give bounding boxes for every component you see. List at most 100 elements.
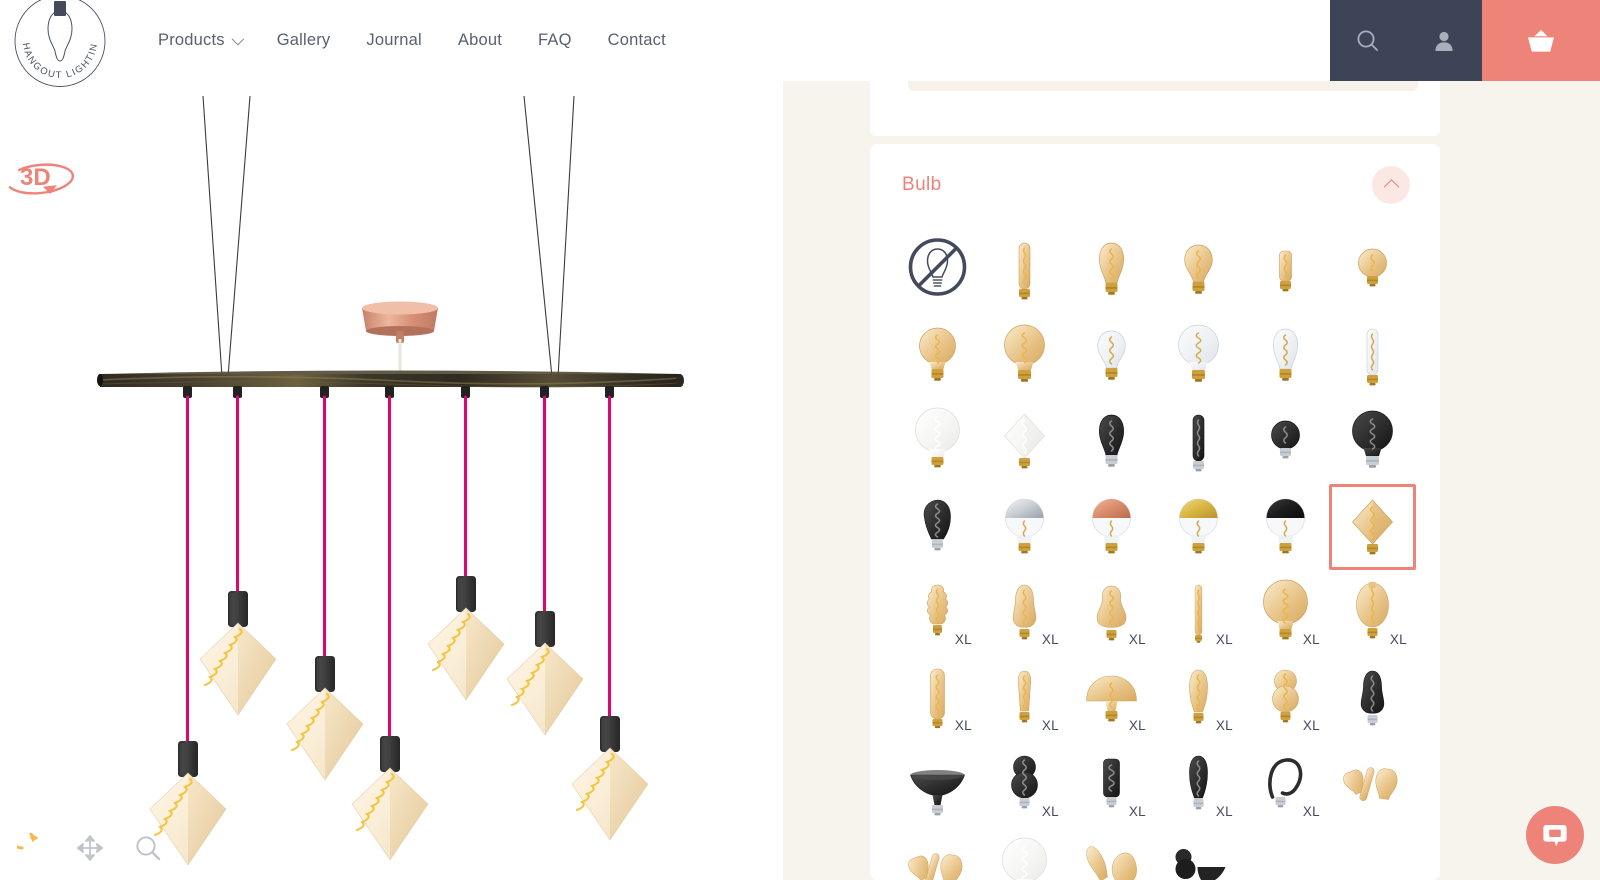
- bulb-swatch-small-tube-amber[interactable]: [1242, 226, 1329, 312]
- bulb-swatch-rect-tube-xl-smoke[interactable]: XL: [1068, 742, 1155, 828]
- xl-badge: XL: [1302, 804, 1320, 819]
- search-button[interactable]: [1337, 0, 1399, 81]
- bulb-swatch-curved-xl-smoke[interactable]: XL: [1242, 742, 1329, 828]
- xl-badge: XL: [1215, 632, 1233, 647]
- chat-bubble-icon: [1543, 825, 1567, 847]
- nav-item-contact[interactable]: Contact: [590, 21, 684, 60]
- bulb-swatch-st64-smoke[interactable]: [1068, 398, 1155, 484]
- bulb-swatch-grid: XL XL XL XL XL XL XL XL XL XL XL XL XL X…: [870, 226, 1440, 880]
- bulb-swatch-cone-xl-amber[interactable]: XL: [981, 656, 1068, 742]
- pan-button[interactable]: [72, 830, 108, 866]
- bulb-swatch-globe-mirror-silver[interactable]: [981, 484, 1068, 570]
- nav-item-label: FAQ: [538, 31, 572, 49]
- bulb-swatch-diamond-amber[interactable]: [1329, 484, 1416, 570]
- rotate-cw-icon: [17, 833, 39, 850]
- product-3d-viewer[interactable]: 3D: [0, 81, 783, 880]
- bulb-swatch-peanut-xl-amber[interactable]: XL: [1242, 656, 1329, 742]
- bulb-swatch-globe-mirror-gold[interactable]: [1155, 484, 1242, 570]
- nav-item-label: About: [457, 31, 503, 49]
- zoom-button[interactable]: [130, 830, 166, 866]
- xl-badge: XL: [954, 632, 972, 647]
- bulb-swatch-pinecone-xl-amber[interactable]: XL: [894, 570, 981, 656]
- bulb-swatch-bulb-set-xl-amber[interactable]: [1068, 828, 1155, 880]
- xl-badge: XL: [1302, 718, 1320, 733]
- bulb-swatch-g45-smoke[interactable]: [1242, 398, 1329, 484]
- bulb-swatch-no-bulb[interactable]: [894, 226, 981, 312]
- bulb-swatch-teardrop-xl-amber[interactable]: XL: [981, 570, 1068, 656]
- nav-item-products[interactable]: Products: [142, 21, 259, 60]
- bulb-swatch-g95-smoke[interactable]: [1329, 398, 1416, 484]
- bulb-swatch-tube-xl-amber[interactable]: XL: [894, 656, 981, 742]
- brand-logo-icon[interactable]: HANGOUT LIGHTING: [12, 0, 108, 89]
- chandelier-render: [97, 95, 684, 867]
- bulb-swatch-globe-g80-amber[interactable]: [894, 312, 981, 398]
- xl-badge: XL: [1041, 804, 1059, 819]
- bulb-swatch-bulb-set-amber-2[interactable]: [894, 828, 981, 880]
- nav-item-journal[interactable]: Journal: [348, 21, 440, 60]
- move-arrows-icon: [77, 835, 103, 861]
- xl-badge: XL: [1041, 632, 1059, 647]
- main-nav: Products Gallery Journal About FAQ Conta…: [120, 0, 1330, 81]
- bulb-swatch-globe-g95-amber[interactable]: [981, 312, 1068, 398]
- nav-item-about[interactable]: About: [440, 21, 520, 60]
- xl-badge: XL: [1389, 632, 1407, 647]
- chat-widget-button[interactable]: [1526, 806, 1584, 864]
- bulb-swatch-standard-a60-amber[interactable]: [1155, 226, 1242, 312]
- nav-item-label: Journal: [366, 31, 422, 49]
- xl-badge: XL: [1128, 804, 1146, 819]
- xl-badge: XL: [1215, 804, 1233, 819]
- bulb-swatch-globe-mirror-copper[interactable]: [1068, 484, 1155, 570]
- xl-badge: XL: [1128, 718, 1146, 733]
- configurator-column: Bulb XL XL XL XL XL XL XL XL XL XL XL XL…: [783, 81, 1600, 880]
- previous-section-field: [908, 81, 1418, 91]
- xl-badge: XL: [1302, 632, 1320, 647]
- bulb-swatch-pear-xl-amber[interactable]: XL: [1068, 570, 1155, 656]
- page-title: Bulb: [902, 174, 942, 195]
- bulb-section-header: Bulb: [870, 144, 1440, 226]
- bulb-swatch-mushroom-xl-amber[interactable]: XL: [1068, 656, 1155, 742]
- search-icon: [1357, 30, 1378, 51]
- bulb-swatch-bulb-set-smoke[interactable]: [1155, 828, 1242, 880]
- site-header: HANGOUT LIGHTING Products Gallery Journa…: [0, 0, 1600, 87]
- bulb-swatch-globe-g95-clear[interactable]: [1155, 312, 1242, 398]
- bulb-swatch-diamond-opal[interactable]: [981, 398, 1068, 484]
- bulb-swatch-peanut-xl-smoke[interactable]: XL: [981, 742, 1068, 828]
- nav-item-faq[interactable]: FAQ: [520, 21, 590, 60]
- nav-item-label: Contact: [607, 31, 666, 49]
- chevron-down-icon: [231, 32, 244, 46]
- bulb-swatch-globe-g125-opal[interactable]: [894, 398, 981, 484]
- bulb-swatch-globe-small-amber[interactable]: [1329, 226, 1416, 312]
- bulb-swatch-globe-opal-large[interactable]: [981, 828, 1068, 880]
- nav-item-gallery[interactable]: Gallery: [259, 21, 349, 60]
- bulb-swatch-tube-smoke[interactable]: [1155, 398, 1242, 484]
- bulb-swatch-bulb-set-amber[interactable]: [1329, 742, 1416, 828]
- collapse-bulb-section-button[interactable]: [1372, 166, 1410, 204]
- bulb-swatch-standard-a60-clear[interactable]: [1068, 312, 1155, 398]
- xl-badge: XL: [1215, 718, 1233, 733]
- chevron-up-icon: [1383, 178, 1399, 195]
- logo-link[interactable]: HANGOUT LIGHTING: [0, 0, 120, 87]
- cart-button[interactable]: [1482, 0, 1600, 81]
- bulb-swatch-saucer-smoke[interactable]: [894, 742, 981, 828]
- viewer-toolbar: [14, 830, 166, 866]
- bulb-swatch-oval-xl-amber[interactable]: XL: [1329, 570, 1416, 656]
- bulb-swatch-teardrop-xl-smoke[interactable]: [1329, 656, 1416, 742]
- bulb-swatch-st64-clear[interactable]: [1242, 312, 1329, 398]
- bulb-swatch-tube-amber[interactable]: [981, 226, 1068, 312]
- bulb-swatch-tube-clear[interactable]: [1329, 312, 1416, 398]
- bulb-swatch-slim-tube-xl-amber[interactable]: XL: [1155, 570, 1242, 656]
- bulb-swatch-irregular-smoke[interactable]: [894, 484, 981, 570]
- bulb-swatch-globe-xl-amber[interactable]: XL: [1242, 570, 1329, 656]
- bulb-swatch-torpedo-xl-smoke[interactable]: XL: [1155, 742, 1242, 828]
- bulb-swatch-squirrel-cage-st64-amber[interactable]: [1068, 226, 1155, 312]
- header-actions-dark: [1330, 0, 1482, 81]
- xl-badge: XL: [954, 718, 972, 733]
- bulb-swatch-torpedo-xl-amber[interactable]: XL: [1155, 656, 1242, 742]
- bulb-section-panel: Bulb XL XL XL XL XL XL XL XL XL XL XL XL…: [870, 144, 1440, 880]
- xl-badge: XL: [1041, 718, 1059, 733]
- reset-rotate-button[interactable]: [14, 830, 50, 866]
- basket-icon: [1528, 29, 1554, 52]
- nav-item-label: Products: [158, 31, 225, 49]
- bulb-swatch-globe-mirror-black[interactable]: [1242, 484, 1329, 570]
- account-button[interactable]: [1413, 0, 1475, 81]
